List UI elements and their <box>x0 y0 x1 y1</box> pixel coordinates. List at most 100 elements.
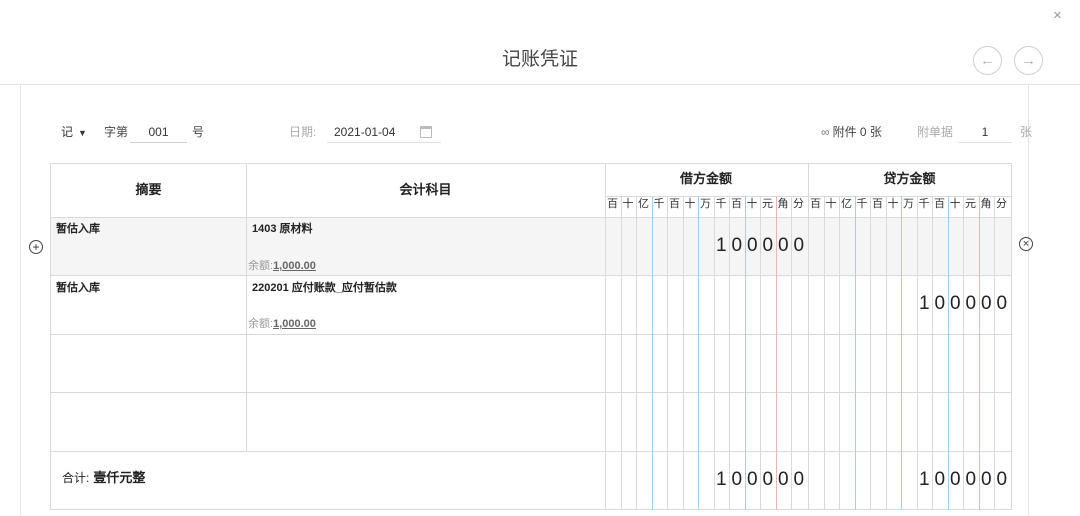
digit-header: 百 <box>669 198 680 210</box>
credit-amount-digit: 1 <box>918 293 930 314</box>
digit-header: 百 <box>731 198 742 210</box>
total-credit-digit: 0 <box>934 469 946 490</box>
total-credit-digit: 0 <box>980 469 992 490</box>
prev-voucher-button[interactable]: ← <box>973 46 1002 75</box>
voucher-word-select[interactable]: 记 ▼ <box>61 122 87 143</box>
row2-summary[interactable]: 暂估入库 <box>56 281 100 295</box>
fudan-count-input[interactable]: 1 <box>958 122 1012 143</box>
digit-separator <box>620 196 622 510</box>
digit-header: 分 <box>793 198 804 210</box>
digit-header: 十 <box>887 198 899 210</box>
credit-amount-digit: 0 <box>934 293 946 314</box>
digit-header: 百 <box>872 198 883 210</box>
digit-header: 百 <box>810 198 821 210</box>
credit-amount-digit: 0 <box>949 293 961 314</box>
debit-amount-digit: 0 <box>746 235 758 256</box>
balance-label: 余额: <box>248 260 274 272</box>
grid-vline <box>605 163 606 510</box>
digit-header: 十 <box>746 198 758 210</box>
row2-account[interactable]: 220201 应付账款_应付暂估款 <box>252 281 397 295</box>
digit-separator <box>667 196 668 510</box>
zhang-label: 张 <box>1020 125 1033 139</box>
col-credit-header: 贷方金额 <box>883 171 936 186</box>
date-label: 日期: <box>289 125 317 139</box>
col-account-header: 会计科目 <box>399 182 452 197</box>
total-row: 合计: 壹仟元整 <box>62 470 145 486</box>
digit-header: 十 <box>949 198 961 210</box>
digit-separator <box>854 196 856 510</box>
digit-separator <box>901 196 902 510</box>
grid-hline <box>51 217 1011 218</box>
attachment-label: 附件 0 张 <box>832 125 882 139</box>
digit-header: 亿 <box>638 198 649 210</box>
digit-separator <box>947 196 949 510</box>
voucher-number-input[interactable]: 001 <box>130 122 187 143</box>
digit-separator <box>885 196 887 510</box>
hao-label: 号 <box>192 125 205 139</box>
debit-amount-digit: 0 <box>793 235 805 256</box>
total-debit-digit: 0 <box>777 469 789 490</box>
fudan-label: 附单据 <box>917 125 954 139</box>
zi-label: 字第 <box>104 125 129 139</box>
grid-hline <box>51 451 1011 452</box>
page-title: 记账凭证 <box>501 49 578 70</box>
credit-amount-digit: 0 <box>965 293 977 314</box>
grid-vline <box>808 163 809 510</box>
credit-amount-digit: 0 <box>980 293 992 314</box>
digit-header: 千 <box>653 198 665 210</box>
digit-header: 元 <box>762 198 773 210</box>
grid-hline <box>51 275 1011 276</box>
total-debit-digit: 1 <box>715 469 727 490</box>
total-debit-digit: 0 <box>762 469 774 490</box>
digit-separator <box>916 196 918 510</box>
balance-label: 余额: <box>248 318 274 330</box>
add-row-icon[interactable]: + <box>29 240 43 254</box>
total-in-words: 壹仟元整 <box>93 470 146 485</box>
digit-separator <box>636 196 637 510</box>
next-voucher-button[interactable]: → <box>1014 46 1043 75</box>
col-summary-header: 摘要 <box>135 182 162 197</box>
row1-summary[interactable]: 暂估入库 <box>56 222 100 236</box>
digit-separator <box>698 196 699 510</box>
total-credit-digit: 1 <box>918 469 930 490</box>
digit-header: 万 <box>700 198 711 210</box>
digit-header: 角 <box>980 198 992 210</box>
grid-vline <box>246 163 247 451</box>
row1-balance: 余额:1,000.00 <box>248 259 316 273</box>
digit-header: 元 <box>965 198 976 210</box>
digit-separator <box>932 196 933 510</box>
voucher-table <box>50 163 1012 510</box>
total-credit-digit: 0 <box>949 469 961 490</box>
debit-amount-digit: 1 <box>715 235 727 256</box>
digit-separator <box>978 196 980 510</box>
digit-separator <box>682 196 684 510</box>
close-icon[interactable]: × <box>1053 8 1062 24</box>
digit-separator <box>651 196 653 510</box>
grid-hline <box>51 392 1011 393</box>
total-debit-digit: 0 <box>793 469 805 490</box>
row1-account[interactable]: 1403 原材料 <box>252 222 313 236</box>
row2-balance: 余额:1,000.00 <box>248 317 316 331</box>
digit-separator <box>870 196 871 510</box>
delete-row-icon[interactable]: × <box>1019 237 1033 251</box>
attachment-link[interactable]: ∞ 附件 0 张 <box>821 122 882 142</box>
digit-header: 十 <box>684 198 696 210</box>
total-debit-digit: 0 <box>746 469 758 490</box>
calendar-icon[interactable] <box>420 126 432 138</box>
grid-hline <box>51 334 1011 335</box>
digit-separator <box>994 196 995 510</box>
digit-header: 角 <box>777 198 789 210</box>
digit-header: 百 <box>607 198 618 210</box>
digit-separator <box>963 196 964 510</box>
digit-header: 百 <box>934 198 945 210</box>
digit-header: 十 <box>825 198 837 210</box>
balance-value: 1,000.00 <box>273 260 316 272</box>
total-credit-digit: 0 <box>996 469 1008 490</box>
total-credit-digit: 0 <box>965 469 977 490</box>
debit-amount-digit: 0 <box>762 235 774 256</box>
total-debit-digit: 0 <box>731 469 743 490</box>
credit-amount-digit: 0 <box>996 293 1008 314</box>
digit-header: 亿 <box>841 198 852 210</box>
caret-down-icon: ▼ <box>78 128 87 138</box>
digit-separator <box>823 196 825 510</box>
